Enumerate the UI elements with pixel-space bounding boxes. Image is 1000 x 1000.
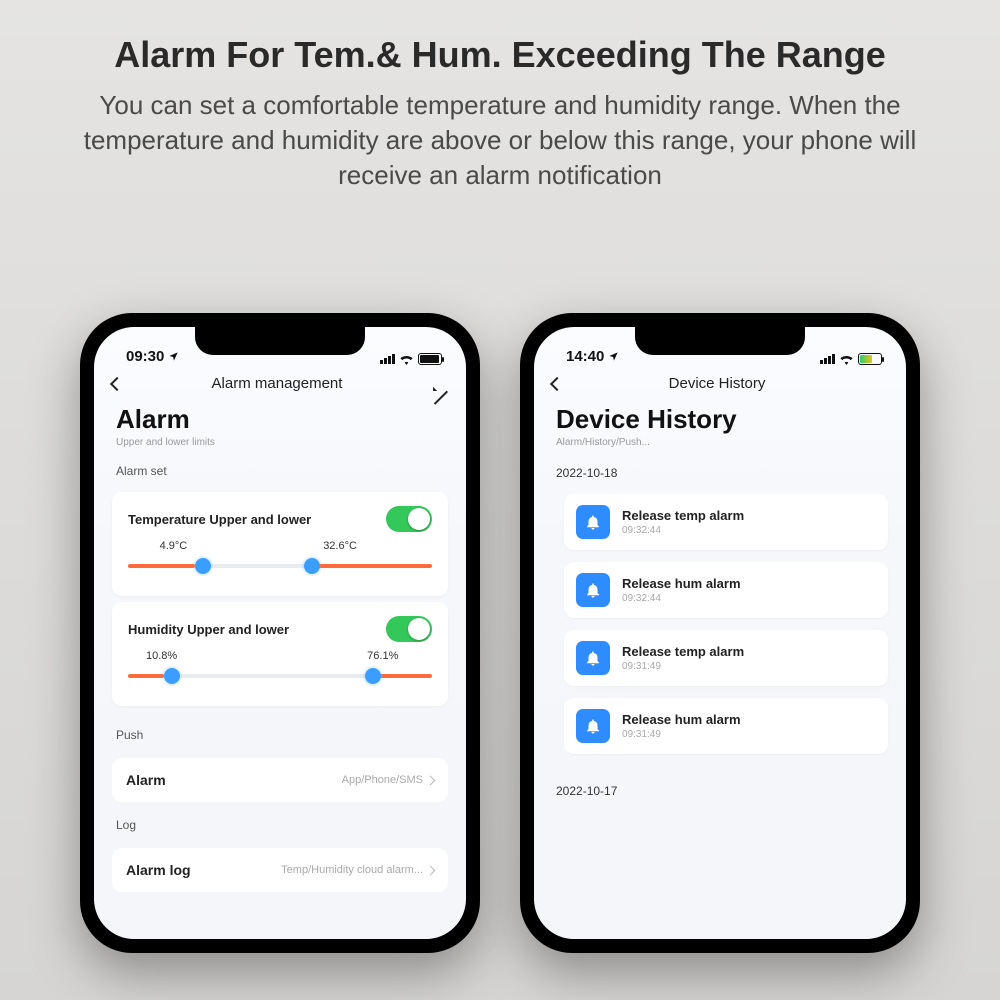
temp-slider[interactable] (128, 558, 432, 574)
history-title: Release hum alarm (622, 712, 741, 727)
status-time: 09:30 (126, 348, 164, 365)
signal-icon (380, 354, 395, 364)
alarm-log-label: Alarm log (126, 862, 191, 878)
section-push: Push (94, 712, 466, 750)
history-item[interactable]: Release hum alarm 09:32:44 (564, 562, 888, 618)
wifi-icon (399, 354, 414, 365)
hero-title: Alarm For Tem.& Hum. Exceeding The Range (0, 0, 1000, 76)
phone-notch (195, 327, 365, 355)
temp-handle-low[interactable] (195, 558, 211, 574)
bell-icon (576, 709, 610, 743)
history-title: Release temp alarm (622, 644, 744, 659)
nav-bar: Alarm management (94, 365, 466, 398)
bell-icon (576, 505, 610, 539)
battery-icon (418, 353, 442, 365)
push-alarm-row[interactable]: Alarm App/Phone/SMS (112, 758, 448, 802)
status-time: 14:40 (566, 348, 604, 365)
page-title: Alarm (94, 398, 466, 437)
phone-notch (635, 327, 805, 355)
battery-charging-icon (858, 353, 882, 365)
nav-title: Device History (669, 375, 766, 392)
page-title: Device History (534, 398, 906, 437)
hum-handle-low[interactable] (164, 668, 180, 684)
location-icon (608, 351, 619, 362)
hum-slider[interactable] (128, 668, 432, 684)
push-alarm-label: Alarm (126, 772, 166, 788)
temp-high-value: 32.6°C (215, 540, 357, 552)
hum-range-label: Humidity Upper and lower (128, 622, 289, 637)
alarm-log-value: Temp/Humidity cloud alarm... (281, 864, 423, 876)
back-icon[interactable] (110, 377, 124, 391)
edit-icon[interactable] (432, 376, 448, 392)
history-item[interactable]: Release hum alarm 09:31:49 (564, 698, 888, 754)
page-caption: Upper and lower limits (94, 437, 466, 448)
hum-handle-high[interactable] (365, 668, 381, 684)
page-caption: Alarm/History/Push... (534, 437, 906, 448)
chevron-right-icon (426, 865, 436, 875)
bell-icon (576, 641, 610, 675)
wifi-icon (839, 354, 854, 365)
back-icon[interactable] (550, 377, 564, 391)
phone-alarm-management: 09:30 Alarm management Alarm Upper and l… (80, 313, 480, 953)
bell-icon (576, 573, 610, 607)
push-alarm-value: App/Phone/SMS (342, 774, 423, 786)
nav-bar: Device History (534, 365, 906, 398)
hum-range-card: Humidity Upper and lower 10.8% 76.1% (112, 602, 448, 706)
nav-title: Alarm management (212, 375, 343, 392)
temp-toggle[interactable] (386, 506, 432, 532)
history-item[interactable]: Release temp alarm 09:31:49 (564, 630, 888, 686)
signal-icon (820, 354, 835, 364)
history-title: Release temp alarm (622, 508, 744, 523)
alarm-log-row[interactable]: Alarm log Temp/Humidity cloud alarm... (112, 848, 448, 892)
hum-high-value: 76.1% (191, 650, 398, 662)
history-time: 09:31:49 (622, 661, 744, 672)
history-date: 2022-10-17 (534, 766, 906, 804)
history-time: 09:32:44 (622, 593, 741, 604)
hum-toggle[interactable] (386, 616, 432, 642)
temp-range-label: Temperature Upper and lower (128, 512, 311, 527)
temp-range-card: Temperature Upper and lower 4.9°C 32.6°C (112, 492, 448, 596)
history-time: 09:31:49 (622, 729, 741, 740)
history-title: Release hum alarm (622, 576, 741, 591)
temp-low-value: 4.9°C (132, 540, 215, 552)
history-time: 09:32:44 (622, 525, 744, 536)
history-date: 2022-10-18 (534, 448, 906, 486)
history-item[interactable]: Release temp alarm 09:32:44 (564, 494, 888, 550)
location-icon (168, 351, 179, 362)
chevron-right-icon (426, 775, 436, 785)
hum-low-value: 10.8% (132, 650, 191, 662)
hero-subtitle: You can set a comfortable temperature an… (0, 76, 1000, 193)
phone-device-history: 14:40 Device History Device History Alar… (520, 313, 920, 953)
section-log: Log (94, 802, 466, 840)
temp-handle-high[interactable] (304, 558, 320, 574)
section-alarm-set: Alarm set (94, 448, 466, 486)
